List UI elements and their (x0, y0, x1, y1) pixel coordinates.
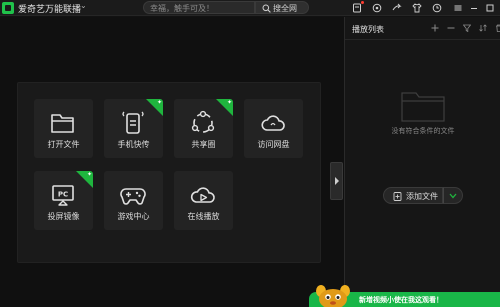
tool-cloud-drive[interactable]: 访问网盘 (244, 99, 303, 158)
tool-phone-transfer[interactable]: ✦ 手机快传 (104, 99, 163, 158)
share-icon[interactable] (390, 1, 404, 15)
chevron-right-icon (335, 177, 339, 185)
tool-game-center[interactable]: 游戏中心 (104, 171, 163, 230)
app-title: 爱奇艺万能联播 (18, 5, 82, 15)
notice-text: 新增视频小使在我这观看！ (359, 296, 443, 304)
remove-icon[interactable] (445, 22, 457, 34)
mascot-icon (316, 285, 350, 307)
new-badge-icon: ✦ (156, 99, 162, 106)
share-circle-icon (191, 110, 215, 133)
search-button-label: 搜全网 (273, 4, 297, 13)
tool-open-file[interactable]: 打开文件 (34, 99, 93, 158)
app-logo-icon (2, 2, 14, 14)
sort-icon[interactable] (477, 22, 489, 34)
playlist-panel: 播放列表 没有符合条件的文件 添加文件 (344, 17, 500, 307)
tool-online-play[interactable]: 在线播放 (174, 171, 233, 230)
new-badge-icon: ✦ (86, 171, 92, 178)
online-play-icon (190, 187, 215, 203)
tool-label: 在线播放 (187, 212, 220, 221)
svg-text:PC: PC (58, 191, 68, 199)
menu-icon[interactable] (451, 1, 465, 15)
chevron-down-icon[interactable]: ⌄ (80, 1, 87, 10)
playlist-title: 播放列表 (352, 25, 384, 34)
tool-screen-cast[interactable]: PC ✦ 投屏镜像 (34, 171, 93, 230)
tshirt-icon[interactable] (410, 1, 424, 15)
folder-open-icon (51, 114, 74, 133)
tool-label: 手机快传 (117, 140, 150, 149)
add-file-button[interactable]: 添加文件 (383, 187, 443, 204)
delete-icon[interactable] (493, 22, 500, 34)
title-bar: 爱奇艺万能联播 ⌄ 幸福，触手可及！ 搜全网 (0, 0, 500, 16)
filter-icon[interactable] (461, 22, 473, 34)
new-badge-icon: ✦ (226, 99, 232, 106)
tool-label: 投屏镜像 (47, 212, 80, 221)
tool-label: 游戏中心 (117, 212, 150, 221)
search-input[interactable]: 幸福，触手可及！ (143, 1, 255, 14)
maximize-icon[interactable] (483, 1, 497, 15)
tool-share-circle[interactable]: ✦ 共享圈 (174, 99, 233, 158)
skin-icon[interactable] (370, 1, 384, 15)
add-file-label: 添加文件 (406, 192, 438, 201)
search-icon (262, 4, 271, 13)
screen-cast-icon: PC (52, 185, 74, 206)
tool-label: 共享圈 (191, 140, 216, 149)
divider (345, 39, 500, 40)
add-icon[interactable] (429, 22, 441, 34)
empty-list-text: 没有符合条件的文件 (391, 127, 455, 135)
tools-panel: 打开文件 ✦ 手机快传 ✦ 共享圈 访问网盘 PC ✦ 投屏镜像 游戏中心 在线… (17, 82, 321, 263)
chevron-down-icon (449, 193, 457, 199)
phone-transfer-icon (122, 111, 144, 134)
cloud-drive-icon (261, 115, 285, 131)
notification-dot (361, 1, 364, 4)
minimize-icon[interactable] (467, 1, 481, 15)
clock-icon[interactable] (430, 1, 444, 15)
add-file-dropdown[interactable] (443, 187, 463, 204)
main-area: 打开文件 ✦ 手机快传 ✦ 共享圈 访问网盘 PC ✦ 投屏镜像 游戏中心 在线… (0, 17, 344, 307)
message-icon[interactable] (350, 1, 364, 15)
collapse-panel-button[interactable] (330, 162, 343, 200)
search-placeholder: 幸福，触手可及！ (150, 4, 214, 13)
tool-label: 访问网盘 (257, 140, 290, 149)
tool-label: 打开文件 (47, 140, 80, 149)
search-button[interactable]: 搜全网 (255, 1, 309, 14)
empty-folder-icon (401, 92, 445, 122)
gamepad-icon (120, 188, 146, 205)
file-add-icon (393, 192, 402, 201)
